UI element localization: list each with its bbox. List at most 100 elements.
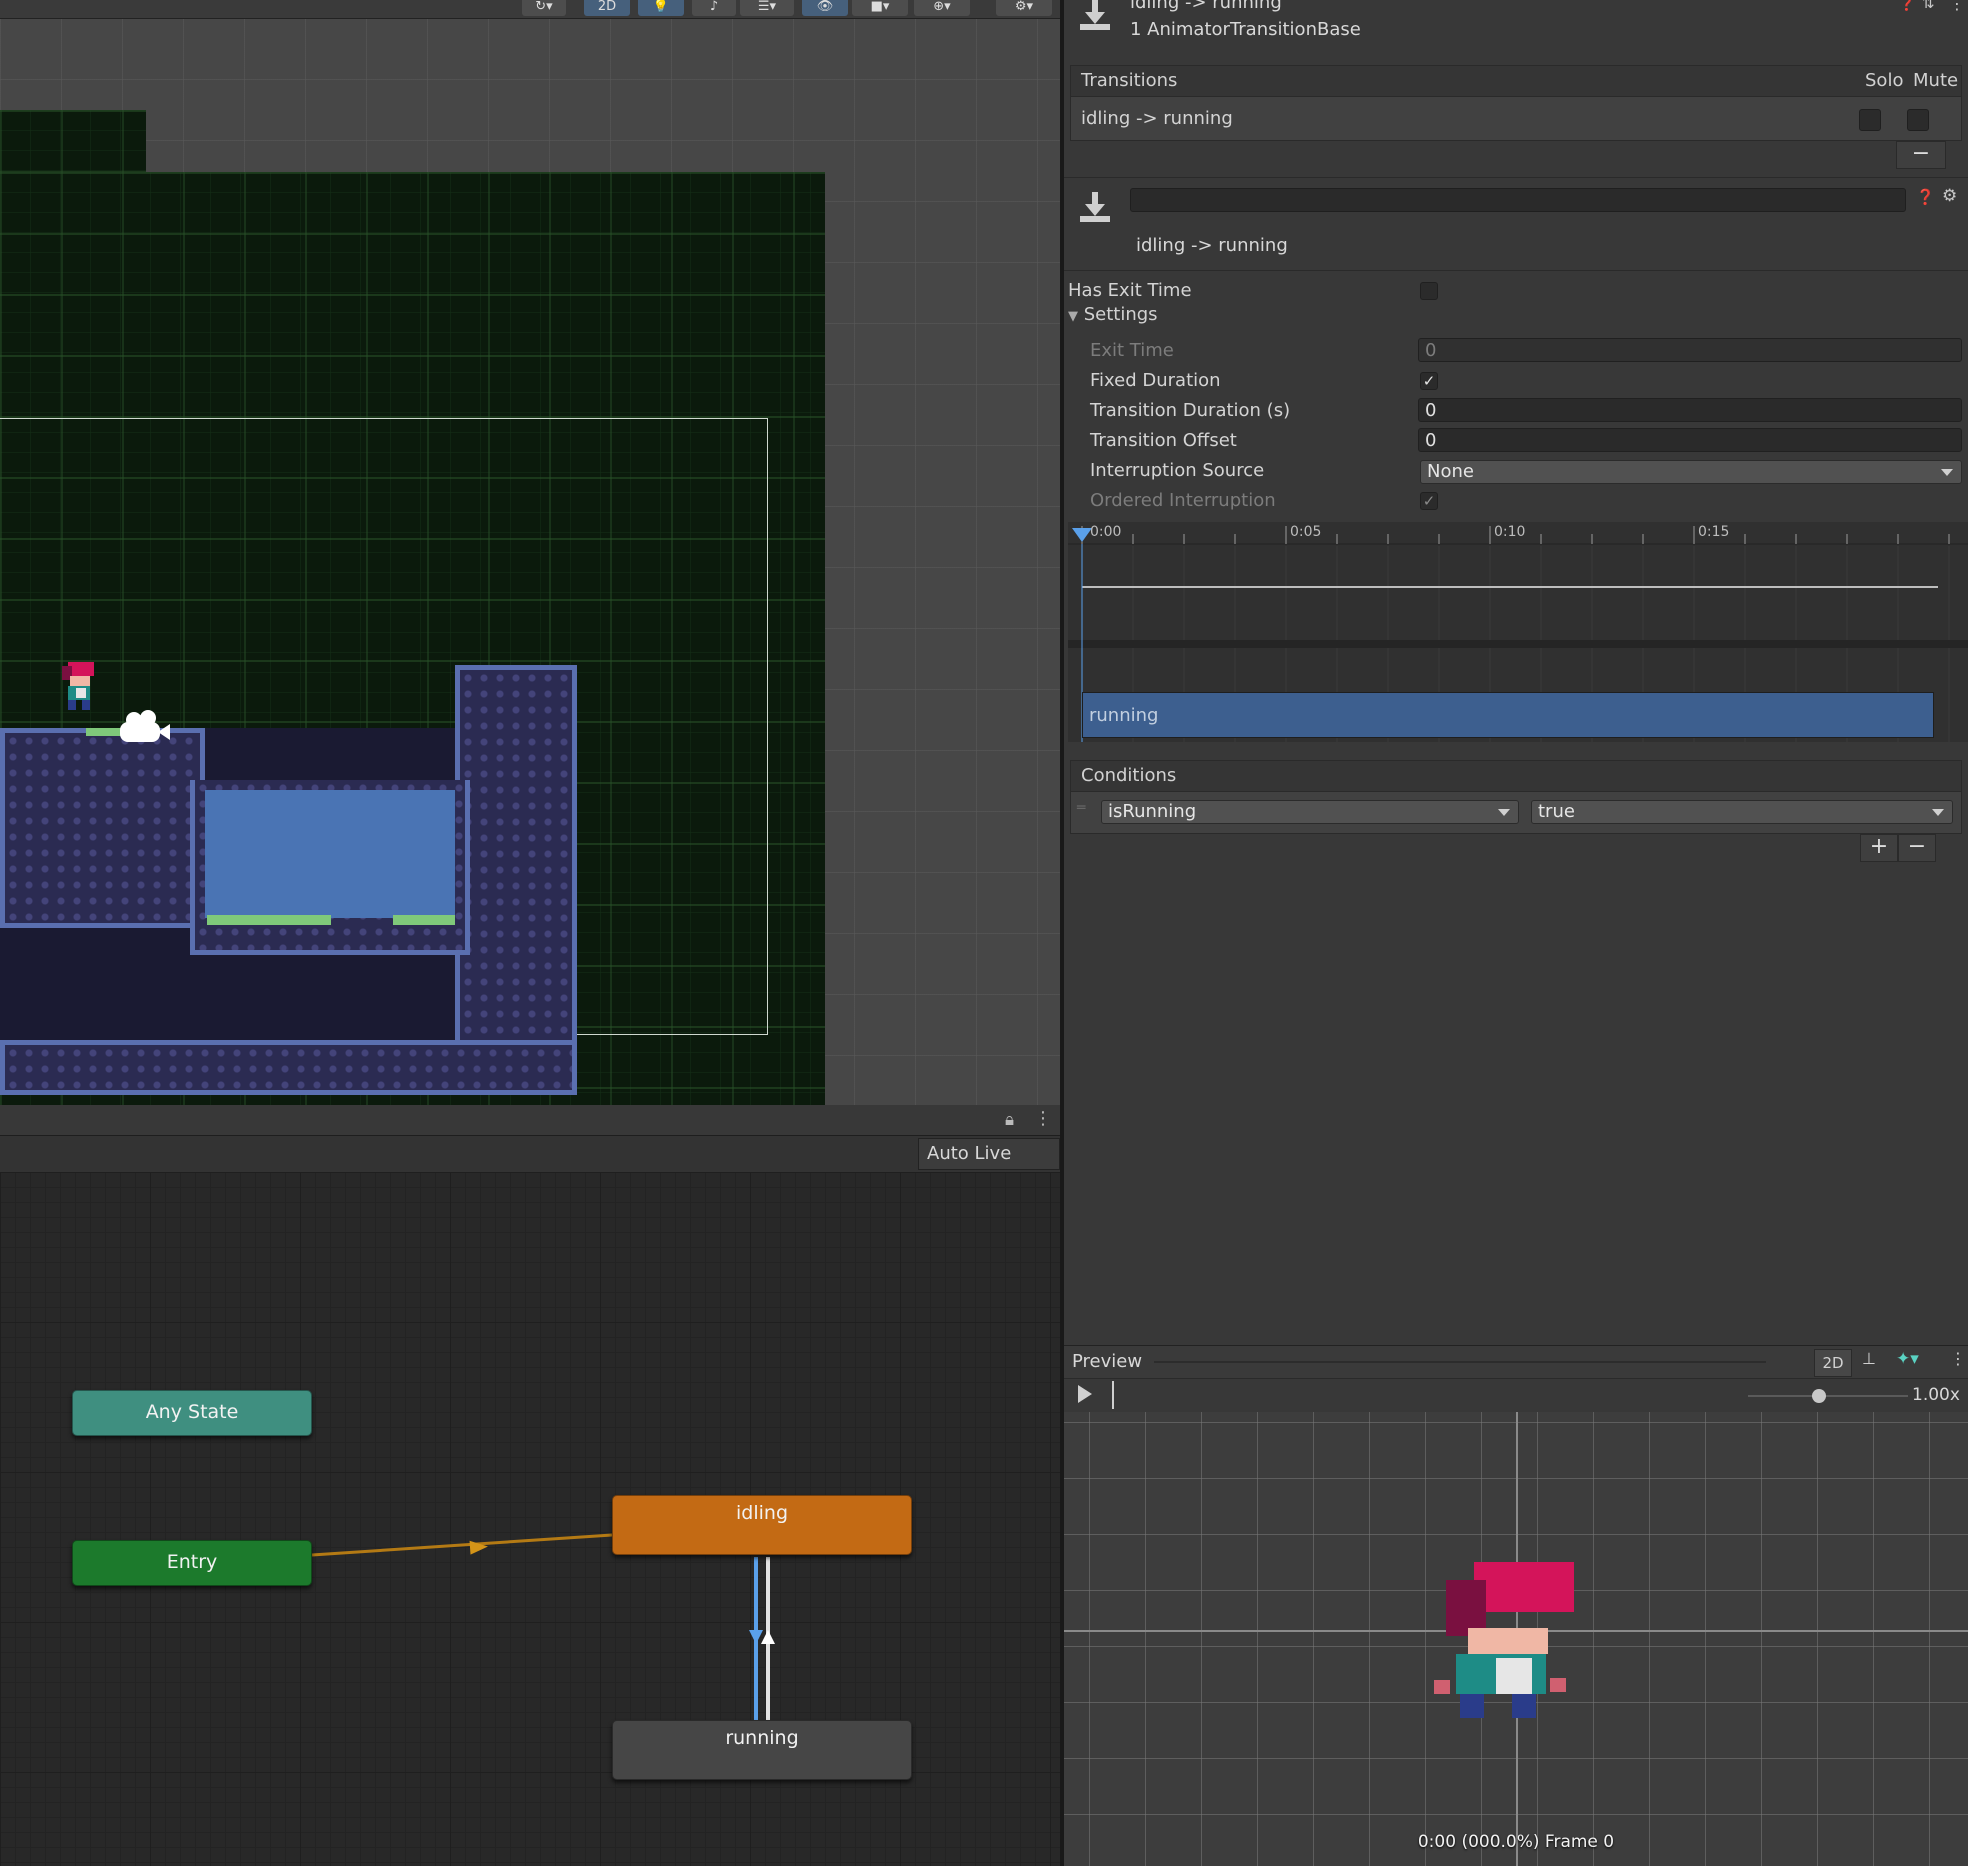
- preview-divider: [1154, 1361, 1766, 1363]
- condition-value-dropdown[interactable]: true: [1531, 800, 1953, 824]
- ordered-interruption-checkbox[interactable]: ✓: [1420, 492, 1438, 510]
- preview-controls: 1.00x: [1064, 1379, 1968, 1412]
- has-exit-time-checkbox[interactable]: [1420, 282, 1438, 300]
- help-icon[interactable]: ❓: [1898, 0, 1915, 12]
- condition-value: true: [1538, 801, 1575, 822]
- speed-value: 1.00x: [1912, 1385, 1960, 1405]
- condition-row[interactable]: ═ isRunning true: [1070, 792, 1962, 834]
- transition-arrow-up: [761, 1630, 775, 1644]
- animator-header: 🔒︎ ⋮: [0, 1105, 1060, 1136]
- lock-icon[interactable]: 🔒︎: [1005, 1110, 1014, 1130]
- more-menu-icon[interactable]: ⋮: [1949, 0, 1965, 13]
- play-icon[interactable]: [1078, 1385, 1092, 1403]
- settings-label: Settings: [1083, 304, 1158, 325]
- solo-checkbox[interactable]: [1859, 109, 1881, 131]
- conditions-header: Conditions: [1070, 760, 1962, 792]
- auto-live-link-button[interactable]: Auto Live Link: [918, 1138, 1060, 1194]
- settings-gear-icon[interactable]: ⚙: [1942, 186, 1957, 206]
- fixed-duration-checkbox[interactable]: ✓: [1420, 372, 1438, 390]
- interruption-source-dropdown[interactable]: None: [1420, 460, 1962, 484]
- scene-camera-icon[interactable]: ■▾: [852, 0, 908, 16]
- preview-character: [1434, 1562, 1584, 1762]
- timeline-tick-label: 0:15: [1698, 524, 1730, 540]
- timeline-tick-label: 0:05: [1290, 524, 1322, 540]
- chevron-down-icon: [1932, 809, 1944, 816]
- transition-timeline[interactable]: 0:00 0:05 0:10 0:15 running: [1068, 522, 1968, 742]
- state-machine-graph[interactable]: Any State Entry idling running: [0, 1172, 1060, 1866]
- add-condition-button[interactable]: +: [1860, 834, 1898, 862]
- preview-header: Preview 2D ⊥ ✦▾ ⋮: [1064, 1345, 1968, 1379]
- transition-name-label: idling -> running: [1136, 235, 1288, 256]
- transition-name-field[interactable]: [1130, 188, 1906, 212]
- separator: [1064, 270, 1968, 271]
- transition-offset-label: Transition Offset: [1090, 430, 1237, 451]
- audio-icon[interactable]: ♪: [692, 0, 736, 16]
- exit-time-label: Exit Time: [1090, 340, 1174, 361]
- grass-strip: [207, 915, 331, 925]
- transition-arrow-down: [749, 1630, 763, 1644]
- scene-view[interactable]: ↻▾ 2D 💡 ♪ ☰▾ 👁 ■▾ ⊕▾ ⚙▾: [0, 0, 1060, 1105]
- transition-icon: [1078, 192, 1112, 226]
- speed-slider-thumb[interactable]: [1812, 1389, 1826, 1403]
- state-idling[interactable]: idling: [612, 1495, 912, 1555]
- ordered-interruption-label: Ordered Interruption: [1090, 490, 1276, 511]
- help-icon[interactable]: ❓: [1916, 188, 1935, 206]
- avatar-icon[interactable]: ✦▾: [1896, 1349, 1919, 1369]
- playhead[interactable]: [1112, 1381, 1114, 1409]
- chevron-down-icon: [1498, 809, 1510, 816]
- transition-icon: [1078, 0, 1112, 34]
- player-sprite[interactable]: [58, 660, 100, 716]
- preview-stage[interactable]: 0:00 (000.0%) Frame 0: [1064, 1412, 1968, 1866]
- ground-bottom: [0, 1040, 577, 1095]
- condition-parameter-dropdown[interactable]: isRunning: [1101, 800, 1519, 824]
- remove-condition-button[interactable]: −: [1898, 834, 1936, 862]
- transition-duration-field[interactable]: 0: [1418, 398, 1962, 422]
- chevron-down-icon: [1941, 469, 1953, 476]
- layers-icon[interactable]: ⚙▾: [996, 0, 1052, 16]
- transitions-list-header: Transitions Solo Mute: [1070, 65, 1962, 97]
- mute-column-label: Mute: [1913, 70, 1959, 91]
- state-any-state[interactable]: Any State: [72, 1390, 312, 1436]
- timeline-tick-label: 0:10: [1494, 524, 1526, 540]
- orbit-tool-icon[interactable]: ↻▾: [522, 0, 566, 16]
- scene-toolbar: ↻▾ 2D 💡 ♪ ☰▾ 👁 ■▾ ⊕▾ ⚙▾: [0, 0, 1060, 19]
- more-menu-icon[interactable]: ⋮: [1034, 1108, 1052, 1129]
- animator-window: 🔒︎ ⋮ Auto Live Link Any State Entry idli…: [0, 1105, 1060, 1866]
- lighting-icon[interactable]: 💡: [638, 0, 684, 16]
- tilemap-upper: [0, 110, 146, 172]
- mute-checkbox[interactable]: [1907, 109, 1929, 131]
- effects-icon[interactable]: ☰▾: [740, 0, 794, 16]
- state-entry[interactable]: Entry: [72, 1540, 312, 1586]
- hidden-objects-icon[interactable]: 👁: [802, 0, 848, 16]
- state-running[interactable]: running: [612, 1720, 912, 1780]
- water: [205, 790, 455, 918]
- more-menu-icon[interactable]: ⋮: [1950, 1349, 1966, 1368]
- inspector-subtitle: 1 AnimatorTransitionBase: [1130, 19, 1361, 40]
- condition-parameter-value: isRunning: [1108, 801, 1197, 822]
- drag-handle-icon[interactable]: ═: [1077, 800, 1085, 816]
- exit-time-field[interactable]: 0: [1418, 338, 1962, 362]
- has-exit-time-label: Has Exit Time: [1068, 280, 1192, 301]
- camera-gizmo-icon[interactable]: [120, 708, 172, 744]
- transition-row-label: idling -> running: [1081, 108, 1233, 129]
- ground-block-left: [0, 728, 205, 928]
- conditions-title: Conditions: [1081, 765, 1177, 786]
- preset-icon[interactable]: ⇅: [1922, 0, 1935, 12]
- transition-offset-field[interactable]: 0: [1418, 428, 1962, 452]
- preview-status: 0:00 (000.0%) Frame 0: [1417, 1832, 1615, 1852]
- gizmos-icon[interactable]: ⊕▾: [914, 0, 970, 16]
- transition-row[interactable]: idling -> running: [1070, 97, 1962, 141]
- grass-strip: [393, 915, 455, 925]
- preview-2d-button[interactable]: 2D: [1814, 1349, 1852, 1377]
- running-clip-bar[interactable]: running: [1082, 692, 1934, 738]
- settings-foldout[interactable]: ▼ Settings: [1068, 304, 1158, 325]
- remove-transition-button[interactable]: −: [1896, 141, 1946, 169]
- preview-panel: Preview 2D ⊥ ✦▾ ⋮ 1.00x 0:00 (000.0%) Fr…: [1064, 1345, 1968, 1866]
- speed-slider-track[interactable]: [1748, 1395, 1908, 1397]
- mode-2d-button[interactable]: 2D: [584, 0, 630, 16]
- inspector-title: idling -> running: [1130, 0, 1282, 13]
- animator-toolbar: Auto Live Link: [0, 1136, 1060, 1194]
- foldout-triangle-icon: ▼: [1068, 309, 1078, 324]
- clip-label: running: [1089, 705, 1159, 726]
- pivot-icon[interactable]: ⊥: [1862, 1349, 1876, 1368]
